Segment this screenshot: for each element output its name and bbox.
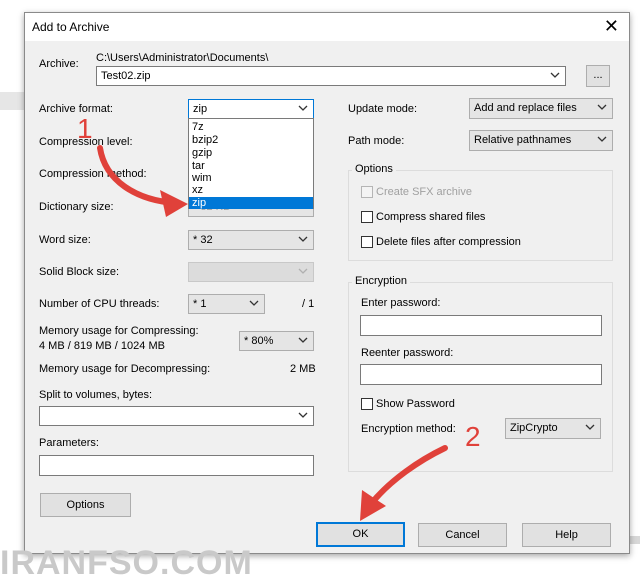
- annotation-arrows: [97, 145, 448, 521]
- watermark-text: IRANFSO.COM: [0, 544, 253, 582]
- arrow-1-head: [160, 190, 188, 217]
- arrow-2: [367, 445, 448, 508]
- annotation-step-1: 1: [77, 113, 93, 144]
- annotation-step-2: 2: [465, 421, 481, 452]
